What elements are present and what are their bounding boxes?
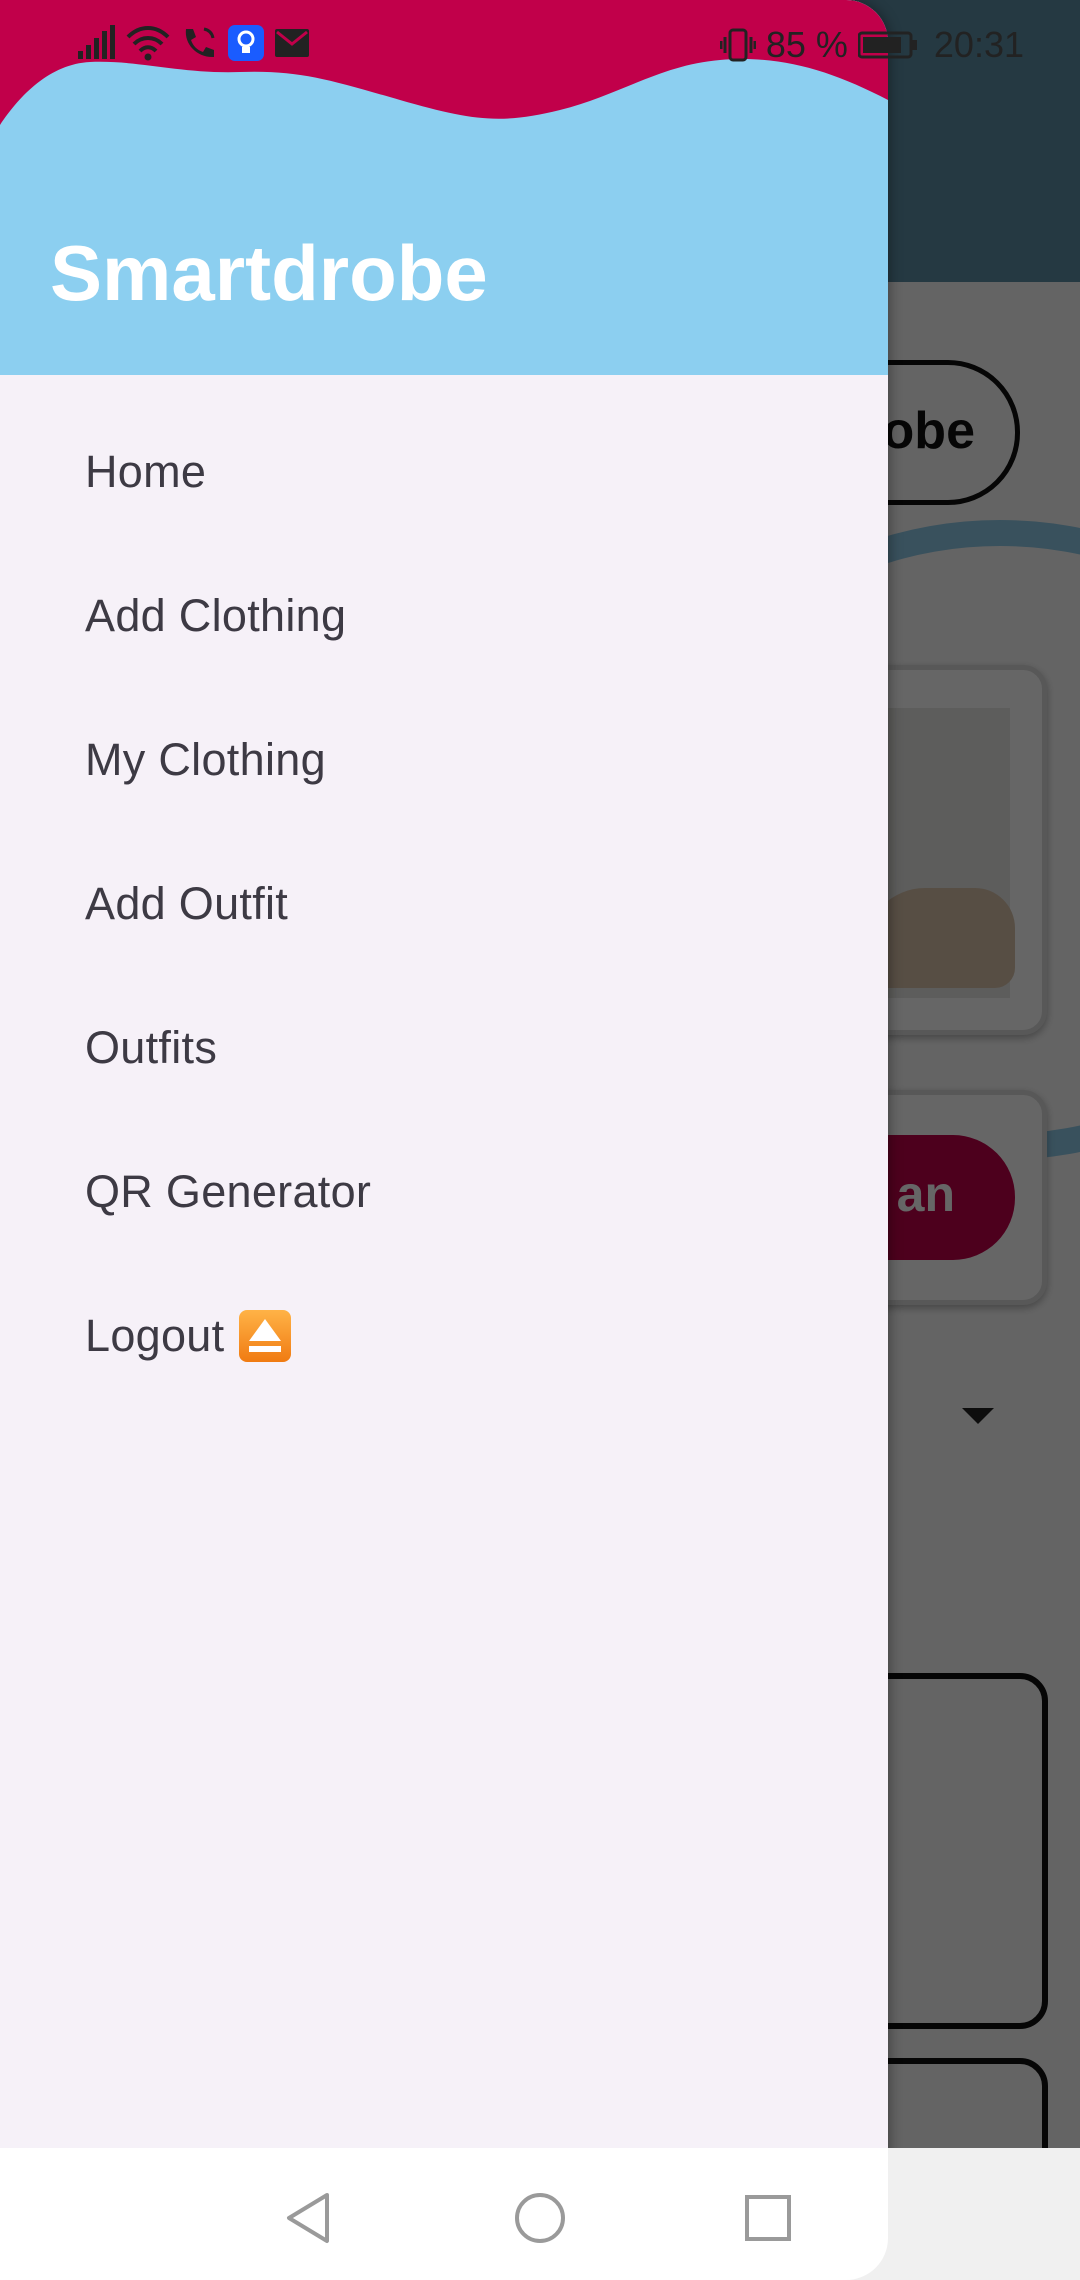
menu-item-label: Outfits bbox=[85, 1022, 218, 1073]
menu-item-label: My Clothing bbox=[85, 734, 326, 785]
menu-item-add-clothing[interactable]: Add Clothing bbox=[0, 544, 888, 688]
battery-icon bbox=[857, 31, 917, 59]
status-time: 20:31 bbox=[933, 24, 1024, 65]
drawer-menu: Home Add Clothing My Clothing Add Outfit… bbox=[0, 400, 888, 1408]
menu-item-qr-generator[interactable]: QR Generator bbox=[0, 1120, 888, 1264]
menu-item-home[interactable]: Home bbox=[0, 400, 888, 544]
menu-item-logout[interactable]: Logout bbox=[0, 1264, 888, 1408]
wifi-calling-icon bbox=[185, 27, 215, 58]
mail-icon bbox=[275, 29, 309, 57]
wifi-icon bbox=[126, 26, 170, 61]
recents-button[interactable] bbox=[738, 2188, 798, 2248]
menu-item-outfits[interactable]: Outfits bbox=[0, 976, 888, 1120]
eject-icon bbox=[239, 1310, 292, 1362]
back-button[interactable] bbox=[278, 2188, 338, 2248]
menu-item-my-clothing[interactable]: My Clothing bbox=[0, 688, 888, 832]
vibrate-icon bbox=[719, 28, 756, 62]
menu-item-label: QR Generator bbox=[85, 1166, 372, 1217]
battery-percentage: 85 % bbox=[765, 24, 848, 65]
drawer-title: Smartdrobe bbox=[50, 229, 488, 317]
bulb-notification-icon bbox=[228, 25, 264, 61]
menu-item-label: Home bbox=[85, 446, 207, 497]
back-icon bbox=[287, 2193, 329, 2243]
menu-item-label: Add Clothing bbox=[85, 590, 347, 641]
menu-item-label: Add Outfit bbox=[85, 878, 289, 929]
recents-icon bbox=[745, 2195, 791, 2241]
home-button[interactable] bbox=[510, 2188, 570, 2248]
signal-icon bbox=[78, 25, 115, 59]
status-bar: 85 % 20:31 bbox=[0, 0, 1080, 95]
home-icon bbox=[515, 2193, 565, 2243]
navigation-drawer: Smartdrobe Home Add Clothing My Clothing… bbox=[0, 0, 888, 2280]
menu-item-add-outfit[interactable]: Add Outfit bbox=[0, 832, 888, 976]
system-navigation-bar bbox=[0, 2148, 1080, 2280]
menu-item-label: Logout bbox=[85, 1310, 225, 1361]
